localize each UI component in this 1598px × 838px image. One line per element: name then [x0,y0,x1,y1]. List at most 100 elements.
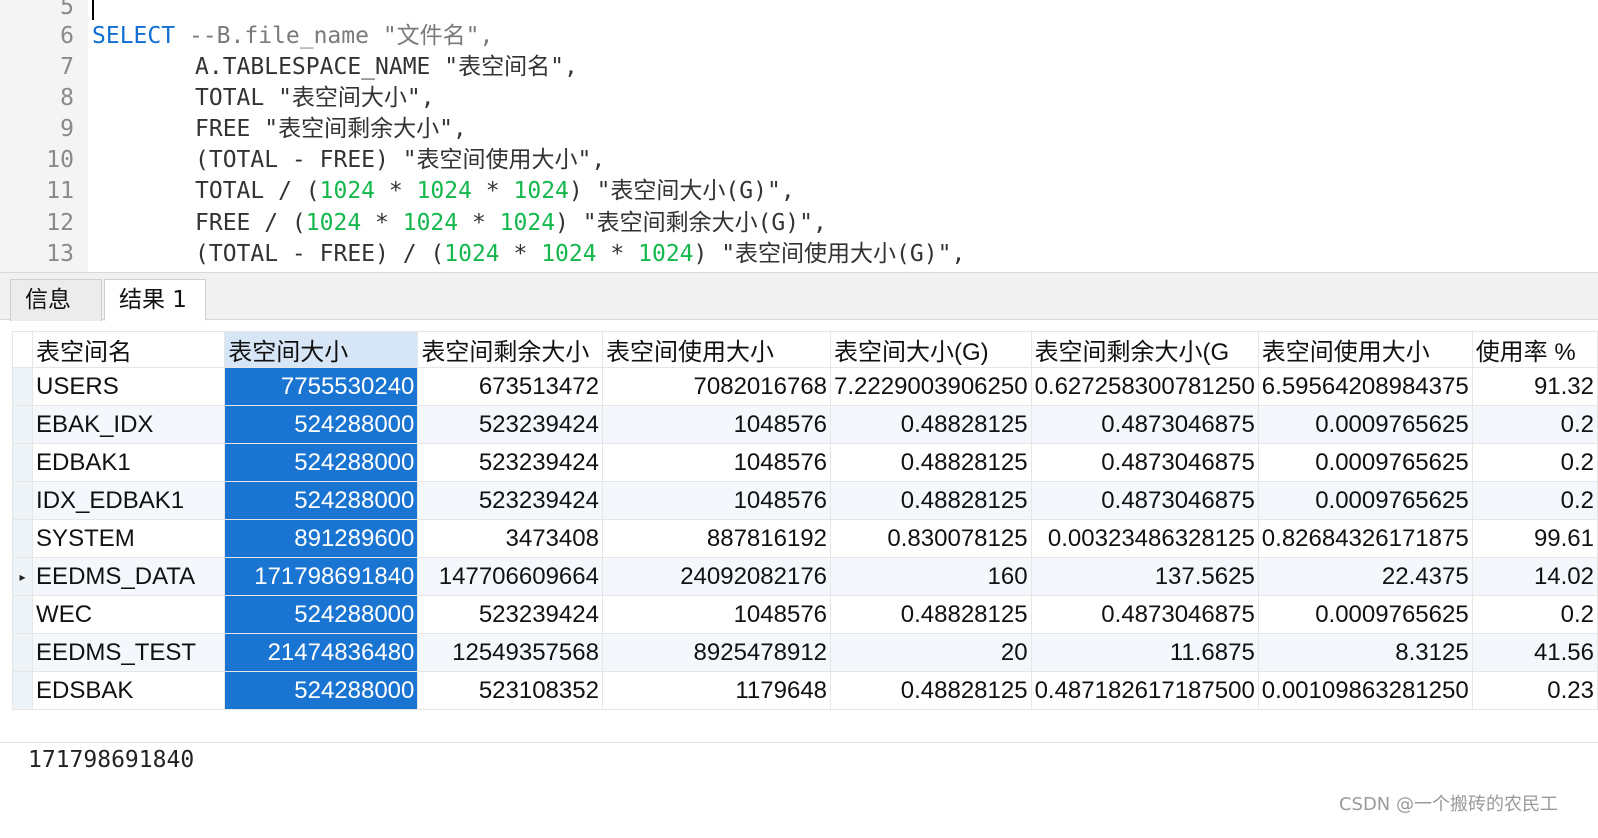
row-indicator[interactable] [11,519,34,558]
table-cell[interactable]: 673513472 [417,367,603,406]
table-cell[interactable]: 41.56 [1471,633,1598,672]
table-cell[interactable]: 11.6875 [1030,633,1259,672]
table-cell[interactable]: 137.5625 [1030,557,1259,596]
tablespace-name-cell[interactable]: SYSTEM [32,519,226,558]
sql-editor[interactable]: 5 6 SELECT --B.file_name "文件名", 7 A.TABLESPA… [0,0,1598,272]
table-cell[interactable]: 523239424 [417,595,603,634]
table-cell[interactable]: 1179648 [601,671,832,710]
table-cell[interactable]: 91.32 [1471,367,1598,406]
table-cell[interactable]: 0.82684326171875 [1257,519,1473,558]
table-cell[interactable]: 0.2 [1471,405,1598,444]
table-cell[interactable]: 0.4873046875 [1030,405,1259,444]
table-cell[interactable]: 24092082176 [601,557,832,596]
table-cell[interactable]: 7082016768 [601,367,832,406]
row-indicator[interactable] [11,595,34,634]
table-cell[interactable]: 0.2 [1471,595,1598,634]
table-cell[interactable]: 524288000 [224,671,419,710]
table-cell[interactable]: 0.2 [1471,443,1598,482]
table-cell[interactable]: 14.02 [1471,557,1598,596]
table-cell[interactable]: 0.0009765625 [1257,405,1473,444]
column-header[interactable]: 表空间使用大小 [1257,331,1473,368]
table-cell[interactable]: 524288000 [224,595,419,634]
table-cell[interactable]: 0.0009765625 [1257,595,1473,634]
row-indicator[interactable] [11,367,34,406]
row-indicator[interactable] [11,633,34,672]
table-row[interactable]: EDSBAK 524288000 523108352 1179648 0.4882812… [11,671,1598,710]
table-cell[interactable]: 524288000 [224,443,419,482]
table-cell[interactable]: 7.2229003906250 [830,367,1032,406]
tablespace-name-cell[interactable]: IDX_EDBAK1 [32,481,226,520]
table-cell[interactable]: 1048576 [601,481,832,520]
table-cell[interactable]: 0.48828125 [830,671,1032,710]
table-cell[interactable]: 0.48828125 [830,595,1032,634]
table-row[interactable]: EEDMS_TEST 21474836480 12549357568 89254789… [11,633,1598,672]
table-cell[interactable]: 523239424 [417,443,603,482]
table-cell[interactable]: 524288000 [224,481,419,520]
tablespace-name-cell[interactable]: EDBAK1 [32,443,226,482]
row-indicator[interactable]: ▸ [11,557,34,596]
row-indicator[interactable] [11,405,34,444]
table-cell[interactable]: 0.48828125 [830,481,1032,520]
table-cell[interactable]: 0.4873046875 [1030,595,1259,634]
row-indicator[interactable] [11,671,34,710]
table-row[interactable]: EDBAK1 524288000 523239424 1048576 0.4882812… [11,443,1598,482]
table-cell[interactable]: 887816192 [601,519,832,558]
row-indicator[interactable] [11,443,34,482]
column-header[interactable]: 表空间使用大小 [601,331,832,368]
tablespace-name-cell[interactable]: WEC [32,595,226,634]
table-cell[interactable]: 99.61 [1471,519,1598,558]
table-cell[interactable]: 147706609664 [417,557,603,596]
table-cell[interactable]: 3473408 [417,519,603,558]
table-cell[interactable]: 6.59564208984375 [1257,367,1473,406]
table-cell[interactable]: 0.627258300781250 [1030,367,1259,406]
table-cell[interactable]: 8.3125 [1257,633,1473,672]
table-row[interactable]: IDX_EDBAK1 524288000 523239424 1048576 0.488… [11,481,1598,520]
table-cell[interactable]: 0.48828125 [830,405,1032,444]
table-cell[interactable]: 0.487182617187500 [1030,671,1259,710]
tab-info[interactable]: 信息 [10,279,102,321]
row-indicator[interactable] [11,481,34,520]
table-cell[interactable]: 0.2 [1471,481,1598,520]
table-row[interactable]: EBAK_IDX 524288000 523239424 1048576 0.48828… [11,405,1598,444]
column-header-selected[interactable]: 表空间大小 [224,331,419,368]
table-cell[interactable]: 0.48828125 [830,443,1032,482]
table-cell[interactable]: 171798691840 [224,557,419,596]
table-cell[interactable]: 523108352 [417,671,603,710]
column-header[interactable]: 表空间名 [32,331,226,368]
tablespace-name-cell[interactable]: EBAK_IDX [32,405,226,444]
result-grid[interactable]: 表空间名 表空间大小 表空间剩余大小 表空间使用大小 表空间大小(G) 表空间剩… [11,331,1598,710]
table-cell[interactable]: 1048576 [601,595,832,634]
column-header[interactable]: 表空间大小(G) [830,331,1032,368]
column-header[interactable]: 使用率 % [1471,331,1598,368]
table-cell[interactable]: 1048576 [601,443,832,482]
table-row[interactable]: USERS 7755530240 673513472 7082016768 7.2229… [11,367,1598,406]
table-cell[interactable]: 891289600 [224,519,419,558]
table-cell[interactable]: 0.23 [1471,671,1598,710]
table-cell[interactable]: 523239424 [417,405,603,444]
tablespace-name-cell[interactable]: EEDMS_DATA [32,557,226,596]
table-cell[interactable]: 12549357568 [417,633,603,672]
table-cell[interactable]: 22.4375 [1257,557,1473,596]
tablespace-name-cell[interactable]: EEDMS_TEST [32,633,226,672]
table-cell[interactable]: 1048576 [601,405,832,444]
column-header[interactable]: 表空间剩余大小(G [1030,331,1259,368]
table-cell[interactable]: 523239424 [417,481,603,520]
table-cell[interactable]: 0.830078125 [830,519,1032,558]
tab-result-1[interactable]: 结果 1 [104,279,206,321]
table-cell[interactable]: 7755530240 [224,367,419,406]
table-cell[interactable]: 8925478912 [601,633,832,672]
table-cell[interactable]: 160 [830,557,1032,596]
table-cell[interactable]: 20 [830,633,1032,672]
column-header[interactable]: 表空间剩余大小 [417,331,603,368]
tablespace-name-cell[interactable]: USERS [32,367,226,406]
table-row[interactable]: SYSTEM 891289600 3473408 887816192 0.8300781… [11,519,1598,558]
table-row[interactable]: WEC 524288000 523239424 1048576 0.48828125 0.… [11,595,1598,634]
table-cell[interactable]: 0.0009765625 [1257,443,1473,482]
table-cell[interactable]: 0.0009765625 [1257,481,1473,520]
table-cell[interactable]: 524288000 [224,405,419,444]
table-cell[interactable]: 0.4873046875 [1030,443,1259,482]
table-cell[interactable]: 21474836480 [224,633,419,672]
table-cell[interactable]: 0.00109863281250 [1257,671,1473,710]
table-cell[interactable]: 0.00323486328125 [1030,519,1259,558]
table-row[interactable]: ▸ EEDMS_DATA 171798691840 147706609664 24092… [11,557,1598,596]
